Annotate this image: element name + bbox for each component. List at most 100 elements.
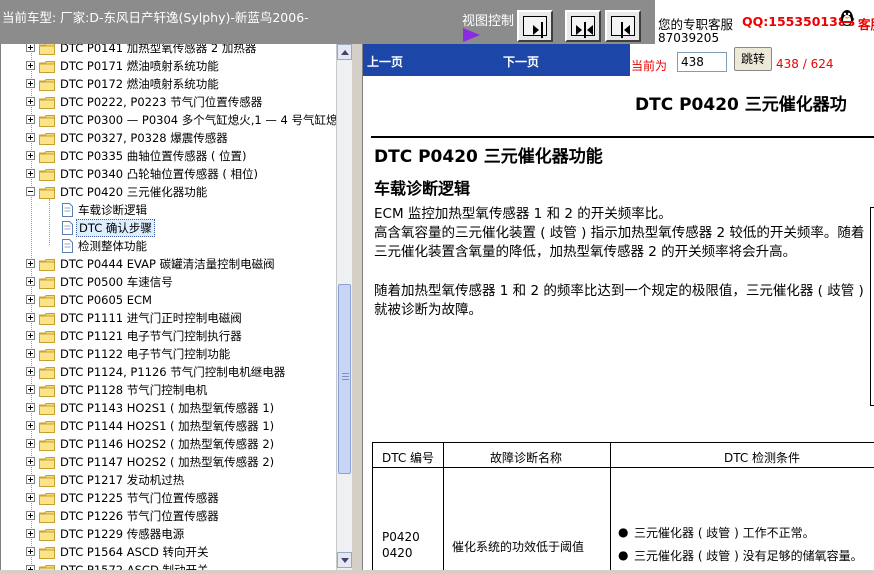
tree-item-label[interactable]: DTC P0141 加热型氧传感器 2 加热器 [60,44,256,57]
tree-item-label[interactable]: DTC P1144 HO2S1 ( 加热型氧传感器 1) [60,417,274,435]
expand-icon[interactable] [26,547,35,556]
expand-icon[interactable] [26,511,35,520]
expand-icon[interactable] [26,79,35,88]
tree-item[interactable]: DTC P1217 发动机过热 [1,471,336,489]
tree-item-label[interactable]: DTC P1111 进气门正时控制电磁阀 [60,309,242,327]
expand-icon[interactable] [26,115,35,124]
tree-item[interactable]: DTC P0605 ECM [1,291,336,309]
tree-item[interactable]: DTC P1111 进气门正时控制电磁阀 [1,309,336,327]
expand-icon[interactable] [26,439,35,448]
tree-item-label[interactable]: DTC P0340 凸轮轴位置传感器 ( 相位) [60,165,258,183]
tree-item[interactable]: DTC P1225 节气门位置传感器 [1,489,336,507]
tree-item-label[interactable]: DTC P0300 — P0304 多个气缸熄火,1 — 4 号气缸熄 [60,111,336,129]
tree-item[interactable]: DTC P1147 HO2S2 ( 加热型氧传感器 2) [1,453,336,471]
tree-item[interactable]: DTC P1121 电子节气门控制执行器 [1,327,336,345]
tree-item[interactable]: DTC P0172 燃油喷射系统功能 [1,75,336,93]
tree-item-label[interactable]: DTC P1143 HO2S1 ( 加热型氧传感器 1) [60,399,274,417]
tree-item[interactable]: DTC P0335 曲轴位置传感器 ( 位置) [1,147,336,165]
tree-item[interactable]: 检测整体功能 [1,237,336,255]
expand-icon[interactable] [26,475,35,484]
expand-icon[interactable] [26,421,35,430]
tree-item[interactable]: DTC P0327, P0328 爆震传感器 [1,129,336,147]
tree-item[interactable]: DTC 确认步骤 [1,219,336,237]
tree-item[interactable]: DTC P0444 EVAP 碳罐清洁量控制电磁阀 [1,255,336,273]
view-split-button[interactable] [565,10,601,42]
expand-icon[interactable] [26,61,35,70]
tree-item-label[interactable]: DTC P1225 节气门位置传感器 [60,489,219,507]
next-page-link[interactable]: 下一页 [503,53,539,70]
tree-item[interactable]: DTC P1564 ASCD 转向开关 [1,543,336,561]
collapse-icon[interactable] [26,187,35,196]
tree-item-label[interactable]: DTC P1226 节气门位置传感器 [60,507,219,525]
tree-item[interactable]: DTC P1128 节气门控制电机 [1,381,336,399]
expand-icon[interactable] [26,151,35,160]
service-suffix[interactable]: 客服 [858,14,874,33]
expand-icon[interactable] [26,97,35,106]
tree-item[interactable]: DTC P0340 凸轮轴位置传感器 ( 相位) [1,165,336,183]
tree-item[interactable]: DTC P0500 车速信号 [1,273,336,291]
expand-icon[interactable] [26,367,35,376]
jump-button[interactable]: 跳转 [734,47,772,71]
view-expand-left-button[interactable] [605,10,641,42]
tree-item-label[interactable]: DTC P1121 电子节气门控制执行器 [60,327,242,345]
expand-icon[interactable] [26,313,35,322]
expand-icon[interactable] [26,529,35,538]
view-expand-right-button[interactable] [517,10,553,42]
expand-icon[interactable] [26,403,35,412]
tree-item-label[interactable]: DTC P1572 ASCD 制动开关 [60,561,208,570]
expand-icon[interactable] [26,295,35,304]
tree-item-label[interactable]: DTC P1128 节气门控制电机 [60,381,207,399]
expand-icon[interactable] [26,385,35,394]
tree-item-label[interactable]: DTC P1146 HO2S2 ( 加热型氧传感器 2) [60,435,274,453]
expand-icon[interactable] [26,259,35,268]
expand-icon[interactable] [26,277,35,286]
expand-icon[interactable] [26,493,35,502]
expand-icon[interactable] [26,133,35,142]
tree-item-label[interactable]: DTC P0171 燃油喷射系统功能 [60,57,219,75]
tree-item-label[interactable]: DTC P1147 HO2S2 ( 加热型氧传感器 2) [60,453,274,471]
tree-scrollbar[interactable] [336,44,352,570]
tree-item-label[interactable]: DTC P1564 ASCD 转向开关 [60,543,208,561]
qq-penguin-icon[interactable] [839,8,855,28]
prev-page-link[interactable]: 上一页 [367,53,403,70]
tree-item[interactable]: DTC P1124, P1126 节气门控制电机继电器 [1,363,336,381]
tree-item-label[interactable]: 检测整体功能 [78,237,147,255]
expand-icon[interactable] [26,44,35,52]
tree-item-label[interactable]: DTC P0605 ECM [60,291,152,309]
tree-item[interactable]: DTC P1229 传感器电源 [1,525,336,543]
tree-item[interactable]: DTC P0171 燃油喷射系统功能 [1,57,336,75]
scroll-down-button[interactable] [337,552,352,568]
view-control-arrow-icon[interactable] [463,28,480,42]
scroll-up-button[interactable] [337,44,352,60]
tree-item-label[interactable]: DTC P1124, P1126 节气门控制电机继电器 [60,363,285,381]
tree-item[interactable]: DTC P1122 电子节气门控制功能 [1,345,336,363]
scroll-thumb[interactable] [338,284,351,474]
expand-icon[interactable] [26,169,35,178]
tree-item-label[interactable]: DTC P1122 电子节气门控制功能 [60,345,230,363]
tree-item[interactable]: DTC P0420 三元催化器功能 [1,183,336,201]
tree-item-label[interactable]: DTC P0420 三元催化器功能 [60,183,207,201]
tree-item-label[interactable]: 车载诊断逻辑 [78,201,147,219]
tree-item[interactable]: DTC P1226 节气门位置传感器 [1,507,336,525]
pane-splitter[interactable] [352,44,362,574]
tree-item[interactable]: DTC P0300 — P0304 多个气缸熄火,1 — 4 号气缸熄 [1,111,336,129]
page-number-input[interactable] [677,52,727,72]
tree-item-label[interactable]: DTC P0444 EVAP 碳罐清洁量控制电磁阀 [60,255,275,273]
tree-item[interactable]: DTC P1143 HO2S1 ( 加热型氧传感器 1) [1,399,336,417]
tree-item[interactable]: DTC P1146 HO2S2 ( 加热型氧传感器 2) [1,435,336,453]
tree-item-selected-label[interactable]: DTC 确认步骤 [76,219,155,237]
tree-item-label[interactable]: DTC P0222, P0223 节气门位置传感器 [60,93,262,111]
tree-item-label[interactable]: DTC P0500 车速信号 [60,273,173,291]
tree-item-label[interactable]: DTC P1229 传感器电源 [60,525,184,543]
tree-item[interactable]: 车载诊断逻辑 [1,201,336,219]
expand-icon[interactable] [26,349,35,358]
expand-icon[interactable] [26,331,35,340]
tree-item[interactable]: DTC P1144 HO2S1 ( 加热型氧传感器 1) [1,417,336,435]
expand-icon[interactable] [26,457,35,466]
tree-item[interactable]: DTC P0222, P0223 节气门位置传感器 [1,93,336,111]
tree-item-label[interactable]: DTC P0327, P0328 爆震传感器 [60,129,228,147]
tree-item[interactable]: DTC P1572 ASCD 制动开关 [1,561,336,570]
tree-item[interactable]: DTC P0141 加热型氧传感器 2 加热器 [1,44,336,57]
tree-item-label[interactable]: DTC P1217 发动机过热 [60,471,184,489]
expand-icon[interactable] [26,565,35,570]
